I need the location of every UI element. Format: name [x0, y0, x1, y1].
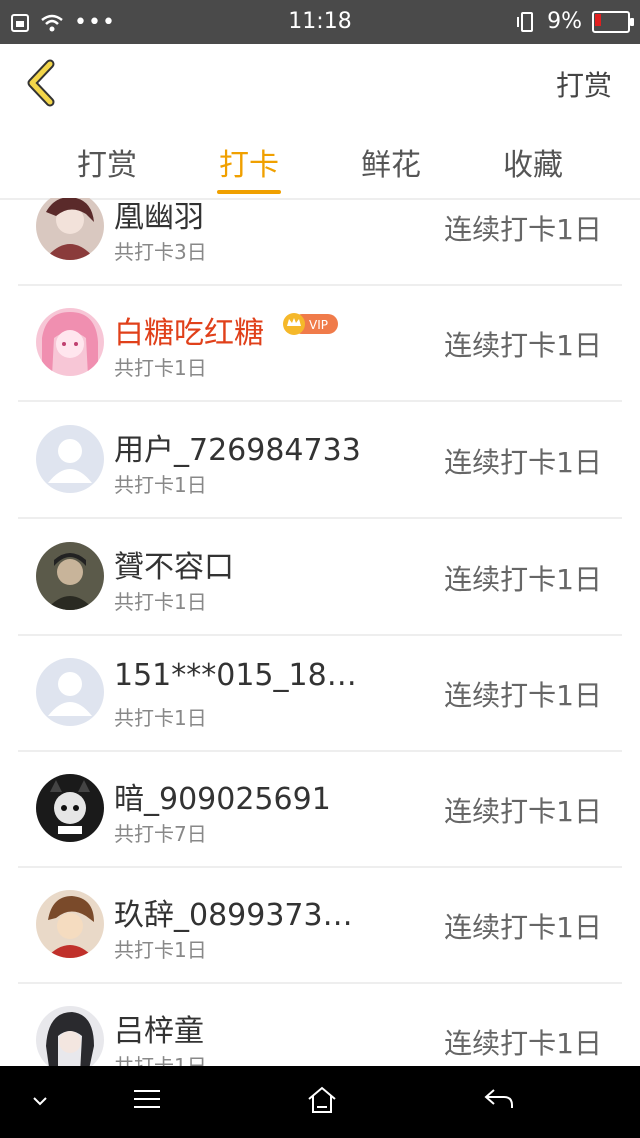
avatar [36, 890, 104, 958]
list-item[interactable]: 玖辞_0899373… 共打卡1日 连续打卡1日 [18, 866, 622, 984]
vibrate-icon [517, 11, 534, 32]
status-bar: ••• 11:18 9% [0, 0, 640, 44]
vip-badge: VIP [283, 313, 338, 335]
streak-label: 连续打卡1日 [444, 1027, 602, 1060]
total-checkins: 共打卡1日 [114, 938, 207, 962]
default-avatar-icon [36, 425, 104, 493]
streak-label: 连续打卡1日 [444, 446, 602, 479]
user-name: 凰幽羽 [114, 200, 204, 235]
battery-percent: 9% [547, 9, 582, 34]
list-item[interactable]: 吕梓童 共打卡1日 连续打卡1日 [18, 982, 622, 1066]
avatar [36, 542, 104, 610]
header-reward-button[interactable]: 打赏 [556, 64, 612, 104]
tab-flowers[interactable]: 鲜花 [320, 140, 462, 184]
avatar [36, 198, 104, 260]
avatar [36, 308, 104, 376]
tab-favorites[interactable]: 收藏 [462, 140, 604, 184]
list-item[interactable]: 暗_909025691 共打卡7日 连续打卡1日 [18, 750, 622, 868]
home-icon[interactable] [306, 1084, 338, 1116]
streak-label: 连续打卡1日 [444, 329, 602, 362]
user-name: 151***015_18… [114, 658, 357, 693]
user-name: 贇不容口 [114, 550, 234, 585]
total-checkins: 共打卡7日 [114, 822, 207, 846]
streak-label: 连续打卡1日 [444, 911, 602, 944]
avatar [36, 774, 104, 842]
list-item[interactable]: 151***015_18… 共打卡1日 连续打卡1日 [18, 634, 622, 752]
total-checkins: 共打卡1日 [114, 473, 207, 497]
streak-label: 连续打卡1日 [444, 679, 602, 712]
user-name: 暗_909025691 [114, 782, 331, 817]
user-name: 玖辞_0899373… [114, 898, 353, 933]
streak-label: 连续打卡1日 [444, 563, 602, 596]
total-checkins: 共打卡1日 [114, 590, 207, 614]
chevron-down-icon[interactable] [30, 1094, 50, 1108]
list-item[interactable]: 凰幽羽 共打卡3日 连续打卡1日 [18, 198, 622, 286]
back-icon[interactable] [482, 1084, 514, 1114]
total-checkins: 共打卡1日 [114, 1054, 207, 1066]
total-checkins: 共打卡1日 [114, 356, 207, 380]
user-name: 白糖吃红糖 [114, 316, 264, 351]
tab-checkin[interactable]: 打卡 [178, 140, 320, 184]
default-avatar-icon [36, 658, 104, 726]
system-nav-bar [0, 1066, 640, 1138]
user-name: 吕梓童 [114, 1014, 204, 1049]
streak-label: 连续打卡1日 [444, 795, 602, 828]
list-item[interactable]: 用户_726984733 共打卡1日 连续打卡1日 [18, 401, 622, 519]
battery-icon [592, 10, 634, 33]
tab-reward[interactable]: 打赏 [36, 140, 178, 184]
checkin-list[interactable]: 凰幽羽 共打卡3日 连续打卡1日 白糖吃红糖 VIP 共打卡1日 连续打卡1日 … [0, 198, 640, 1066]
app-header: 打赏 [0, 44, 640, 124]
streak-label: 连续打卡1日 [444, 213, 602, 246]
list-item[interactable]: 白糖吃红糖 VIP 共打卡1日 连续打卡1日 [18, 284, 622, 402]
back-chevron-icon[interactable] [22, 58, 62, 108]
avatar [36, 1006, 104, 1066]
vip-label: VIP [309, 318, 328, 332]
list-item[interactable]: 贇不容口 共打卡1日 连续打卡1日 [18, 518, 622, 636]
menu-icon[interactable] [132, 1084, 162, 1114]
active-tab-indicator [217, 190, 281, 194]
tab-bar: 打赏 打卡 鲜花 收藏 [0, 124, 640, 200]
total-checkins: 共打卡1日 [114, 706, 207, 730]
user-name: 用户_726984733 [114, 433, 361, 468]
total-checkins: 共打卡3日 [114, 240, 207, 264]
